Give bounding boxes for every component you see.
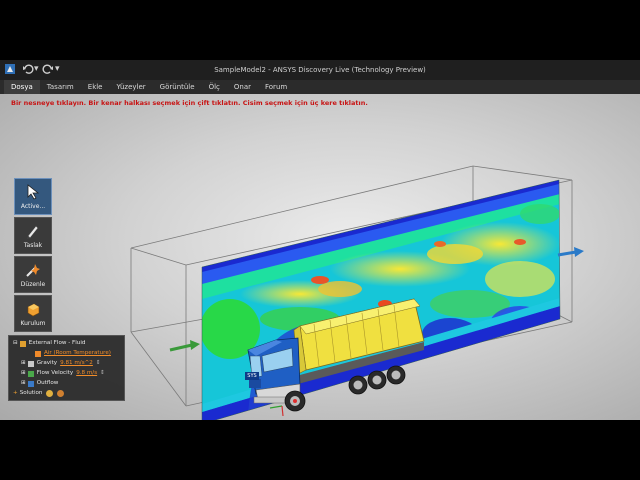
menu-item-goruntule[interactable]: Görüntüle	[153, 80, 202, 94]
palette-icon[interactable]	[46, 390, 54, 397]
tool-label: Taslak	[23, 242, 43, 249]
add-icon[interactable]: +	[13, 389, 18, 398]
velocity-value-link[interactable]: 9.8 m/s	[76, 369, 97, 378]
menu-item-tasarim[interactable]: Tasarım	[40, 80, 81, 94]
edit-wand-icon	[23, 260, 43, 280]
menu-item-yuzeyler[interactable]: Yüzeyler	[110, 80, 153, 94]
expand-icon[interactable]: ⊞	[21, 359, 26, 368]
gravity-icon	[27, 360, 34, 367]
velocity-icon	[27, 370, 34, 377]
tree-item-label: Outflow	[36, 380, 59, 386]
tree-item-gravity[interactable]: ⊞ Gravity 9.81 m/s^2 ⇕	[21, 359, 101, 368]
settings-icon[interactable]: ⇕	[100, 369, 105, 378]
expand-icon[interactable]: ⊞	[21, 379, 26, 388]
menu-item-olc[interactable]: Ölç	[202, 80, 227, 94]
gravity-value-link[interactable]: 9.81 m/s^2	[60, 359, 93, 368]
material-link[interactable]: Air (Room Temperature)	[44, 349, 111, 358]
tool-kurulum[interactable]: Kurulum	[14, 295, 52, 332]
tree-item-outflow[interactable]: ⊞ Outflow	[21, 379, 58, 388]
app-window: ▾ ▾ SampleModel2 - ANSYS Discovery Live …	[0, 60, 640, 420]
menu-item-ekle[interactable]: Ekle	[81, 80, 110, 94]
tree-item-material[interactable]: Air (Room Temperature)	[35, 349, 111, 358]
tree-item-label: External Flow - Fluid	[28, 340, 86, 346]
selection-hint: Bir nesneye tıklayın. Bir kenar halkası …	[11, 99, 368, 107]
tree-item-external-flow[interactable]: ⊟ External Flow - Fluid	[13, 339, 85, 348]
menu-bar: Dosya Tasarım Ekle Yüzeyler Görüntüle Öl…	[0, 80, 640, 94]
expand-icon[interactable]: ⊟	[13, 339, 18, 348]
viewport-3d[interactable]: SYS Bir nesneye tıklayın. Bir kenar halk…	[0, 94, 640, 420]
setup-box-icon	[23, 299, 43, 319]
tool-label: Düzenle	[20, 281, 46, 288]
outflow-arrow-icon	[557, 247, 584, 257]
material-icon	[35, 350, 41, 357]
tool-active-select[interactable]: Active...	[14, 178, 52, 215]
tree-item-label: Solution	[19, 390, 43, 396]
title-bar: ▾ ▾ SampleModel2 - ANSYS Discovery Live …	[0, 60, 640, 80]
chart-icon[interactable]	[57, 390, 65, 397]
tree-item-label: Gravity	[36, 360, 58, 366]
simulation-tree-panel: ⊟ External Flow - Fluid Air (Room Temper…	[8, 335, 125, 401]
tool-duzenle[interactable]: Düzenle	[14, 256, 52, 293]
outflow-icon	[27, 380, 34, 387]
tool-label: Kurulum	[20, 320, 46, 327]
menu-item-onar[interactable]: Onar	[227, 80, 258, 94]
expand-icon[interactable]: ⊞	[21, 369, 26, 378]
menu-item-dosya[interactable]: Dosya	[4, 80, 40, 94]
tree-item-solution[interactable]: + Solution	[13, 389, 65, 398]
inflow-arrow-icon	[169, 340, 200, 352]
menu-item-forum[interactable]: Forum	[258, 80, 294, 94]
tool-label: Active...	[20, 203, 46, 210]
cursor-arrow-icon	[23, 182, 43, 202]
pencil-icon	[23, 221, 43, 241]
settings-icon[interactable]: ⇕	[96, 359, 101, 368]
tree-item-label: Flow Velocity	[36, 370, 74, 376]
truck-badge: SYS	[245, 372, 259, 380]
window-title: SampleModel2 - ANSYS Discovery Live (Tec…	[214, 66, 426, 74]
tool-taslak[interactable]: Taslak	[14, 217, 52, 254]
folder-icon	[19, 340, 26, 347]
tree-item-flow-velocity[interactable]: ⊞ Flow Velocity 9.8 m/s ⇕	[21, 369, 105, 378]
